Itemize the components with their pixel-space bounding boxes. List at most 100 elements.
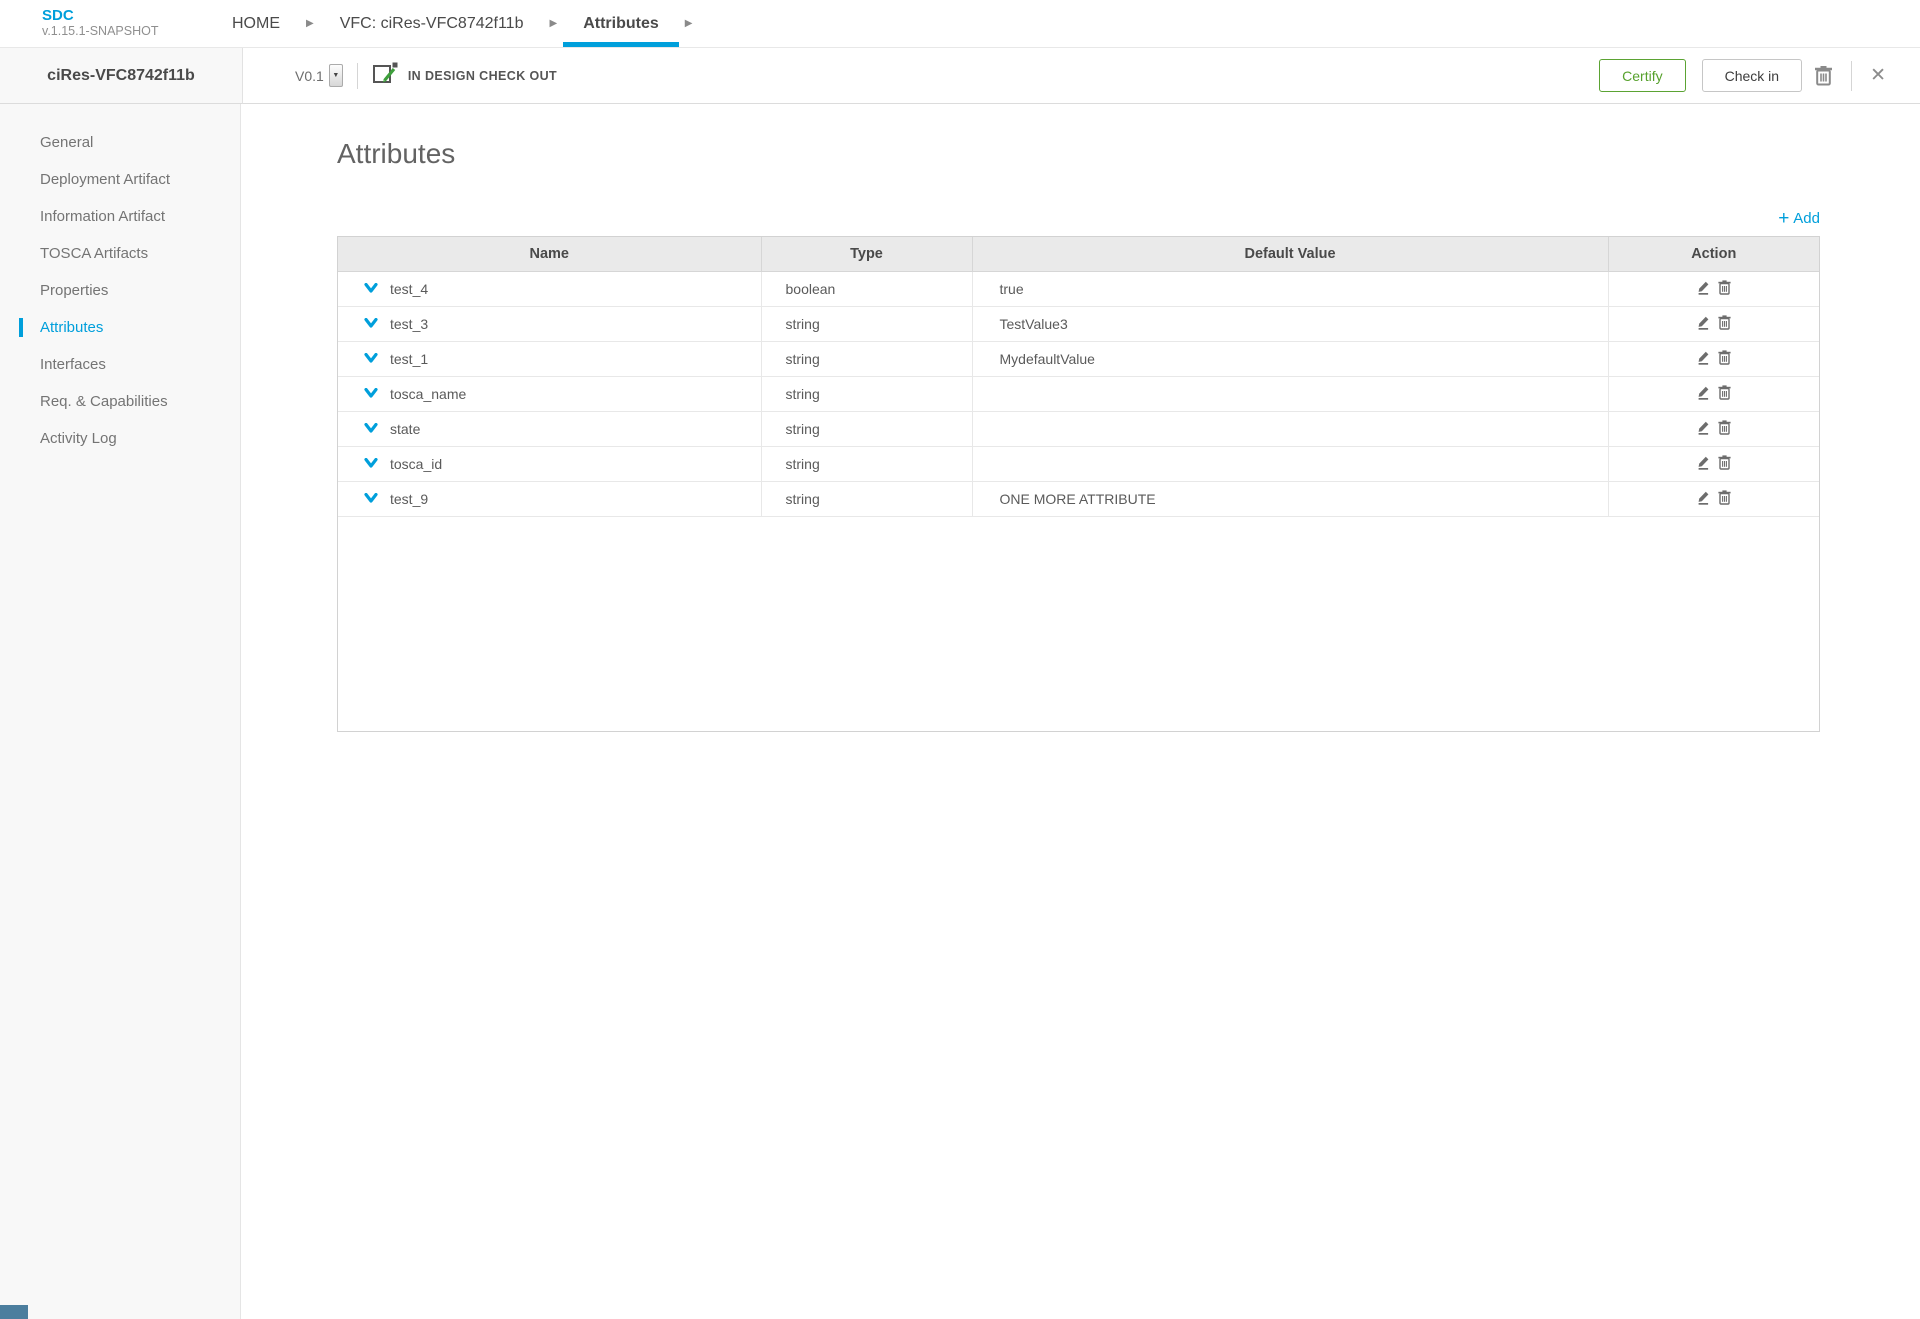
breadcrumb-arrow-icon: ▶ bbox=[306, 18, 314, 29]
edit-attribute-button[interactable] bbox=[1696, 454, 1711, 473]
expand-row-button[interactable] bbox=[364, 318, 378, 329]
attribute-type: boolean bbox=[761, 271, 973, 307]
delete-attribute-button[interactable] bbox=[1718, 279, 1731, 298]
check-in-button[interactable]: Check in bbox=[1701, 59, 1803, 92]
attribute-default-value bbox=[972, 411, 1609, 447]
sidebar-menu: General Deployment Artifact Information … bbox=[0, 104, 241, 1319]
sidebar-item-label: TOSCA Artifacts bbox=[40, 245, 149, 262]
lifecycle-state-label: IN DESIGN CHECK OUT bbox=[407, 68, 558, 83]
sidebar-item-label: General bbox=[40, 134, 94, 151]
workspace-toolbar: V0.1 ▼ IN DESIGN CHECK OUT Certify Check… bbox=[243, 48, 1920, 104]
sidebar-item-label: Deployment Artifact bbox=[40, 171, 171, 188]
entity-name: ciRes-VFC8742f11b bbox=[47, 66, 195, 84]
chevron-down-icon bbox=[364, 353, 378, 363]
attributes-table-head-row: Name Type Default Value Action bbox=[338, 237, 1819, 272]
trash-icon bbox=[1718, 279, 1731, 295]
edit-attribute-button[interactable] bbox=[1696, 279, 1711, 298]
attributes-table-body: test_4 boolean true test_3 string TestVa… bbox=[338, 271, 1819, 517]
sidebar-item-req-capabilities[interactable]: Req. & Capabilities bbox=[0, 383, 240, 420]
close-button[interactable]: ✕ bbox=[1858, 66, 1898, 85]
edit-attribute-button[interactable] bbox=[1696, 384, 1711, 403]
chevron-down-icon bbox=[364, 423, 378, 433]
sidebar-item-properties[interactable]: Properties bbox=[0, 272, 240, 309]
attribute-type: string bbox=[761, 481, 973, 517]
version-dropdown-icon[interactable]: ▼ bbox=[328, 64, 343, 87]
trash-icon bbox=[1718, 349, 1731, 365]
attribute-name: test_9 bbox=[390, 490, 429, 507]
pencil-icon bbox=[1698, 351, 1709, 365]
delete-attribute-button[interactable] bbox=[1718, 314, 1731, 333]
tab-home[interactable]: HOME bbox=[212, 0, 300, 47]
pencil-icon bbox=[1698, 316, 1709, 330]
table-row: test_4 boolean true bbox=[338, 271, 1819, 307]
delete-version-button[interactable] bbox=[1802, 65, 1845, 86]
checkout-icon bbox=[372, 61, 399, 90]
edit-attribute-button[interactable] bbox=[1696, 349, 1711, 368]
expand-row-button[interactable] bbox=[364, 458, 378, 469]
column-header-default-value: Default Value bbox=[972, 237, 1609, 272]
sdc-logo-title: SDC bbox=[42, 7, 74, 24]
expand-row-button[interactable] bbox=[364, 283, 378, 294]
top-bar: SDC v.1.15.1-SNAPSHOT HOME ▶ VFC: ciRes-… bbox=[0, 0, 1920, 48]
tab-attributes[interactable]: Attributes bbox=[563, 0, 679, 47]
sidebar-item-interfaces[interactable]: Interfaces bbox=[0, 346, 240, 383]
attribute-default-value bbox=[972, 376, 1609, 412]
attribute-name: tosca_id bbox=[390, 455, 443, 472]
edit-attribute-button[interactable] bbox=[1696, 419, 1711, 438]
sdc-logo-version: v.1.15.1-SNAPSHOT bbox=[42, 24, 159, 38]
sidebar-item-label: Attributes bbox=[40, 319, 104, 336]
add-attribute-button[interactable]: + Add bbox=[1778, 209, 1820, 228]
trash-icon bbox=[1718, 419, 1731, 435]
chevron-down-icon bbox=[364, 458, 378, 468]
expand-row-button[interactable] bbox=[364, 353, 378, 364]
sidebar-item-tosca-artifacts[interactable]: TOSCA Artifacts bbox=[0, 235, 240, 272]
close-icon: ✕ bbox=[1870, 65, 1886, 86]
attribute-default-value: ONE MORE ATTRIBUTE bbox=[972, 481, 1609, 517]
expand-row-button[interactable] bbox=[364, 423, 378, 434]
delete-attribute-button[interactable] bbox=[1718, 349, 1731, 368]
certify-button[interactable]: Certify bbox=[1599, 59, 1686, 92]
trash-icon bbox=[1718, 454, 1731, 470]
sidebar-item-deployment-artifact[interactable]: Deployment Artifact bbox=[0, 161, 240, 198]
attribute-name: state bbox=[390, 420, 421, 437]
edit-attribute-button[interactable] bbox=[1696, 489, 1711, 508]
expand-row-button[interactable] bbox=[364, 493, 378, 504]
breadcrumb-label: Attributes bbox=[583, 14, 659, 32]
sdc-logo[interactable]: SDC v.1.15.1-SNAPSHOT bbox=[42, 0, 182, 47]
sidebar-item-information-artifact[interactable]: Information Artifact bbox=[0, 198, 240, 235]
sidebar-item-activity-log[interactable]: Activity Log bbox=[0, 420, 240, 457]
pencil-icon bbox=[1698, 456, 1709, 470]
chevron-down-icon bbox=[364, 493, 378, 503]
attribute-default-value: true bbox=[972, 271, 1609, 307]
attribute-type: string bbox=[761, 306, 973, 342]
sidebar-item-label: Req. & Capabilities bbox=[40, 393, 168, 410]
attribute-type: string bbox=[761, 341, 973, 377]
sidebar-item-label: Interfaces bbox=[40, 356, 106, 373]
attribute-default-value: TestValue3 bbox=[972, 306, 1609, 342]
breadcrumb-label: VFC: ciRes-VFC8742f11b bbox=[339, 14, 524, 32]
bottom-left-accent bbox=[0, 1305, 28, 1319]
edit-attribute-button[interactable] bbox=[1696, 314, 1711, 333]
sidebar-item-attributes[interactable]: Attributes bbox=[0, 309, 240, 346]
sidebar-item-general[interactable]: General bbox=[0, 124, 240, 161]
expand-row-button[interactable] bbox=[364, 388, 378, 399]
sidebar-item-label: Information Artifact bbox=[40, 208, 166, 225]
attribute-type: string bbox=[761, 411, 973, 447]
attributes-table: Name Type Default Value Action test_4 bo… bbox=[338, 237, 1819, 517]
version-selector[interactable]: V0.1 ▼ bbox=[295, 64, 343, 87]
table-row: test_3 string TestValue3 bbox=[338, 306, 1819, 342]
table-row: test_1 string MydefaultValue bbox=[338, 341, 1819, 377]
breadcrumb-arrow-icon: ▶ bbox=[549, 18, 558, 29]
trash-icon bbox=[1718, 314, 1731, 330]
trash-icon bbox=[1718, 384, 1731, 400]
delete-attribute-button[interactable] bbox=[1718, 489, 1731, 508]
toolbar-divider bbox=[356, 62, 358, 89]
delete-attribute-button[interactable] bbox=[1718, 454, 1731, 473]
delete-attribute-button[interactable] bbox=[1718, 419, 1731, 438]
tab-vfc-cires-vfc8742f11b[interactable]: VFC: ciRes-VFC8742f11b bbox=[320, 0, 544, 47]
attribute-name: test_4 bbox=[390, 280, 429, 297]
attribute-type: string bbox=[761, 446, 973, 482]
pencil-icon bbox=[1698, 421, 1709, 435]
trash-icon bbox=[1718, 489, 1731, 505]
delete-attribute-button[interactable] bbox=[1718, 384, 1731, 403]
